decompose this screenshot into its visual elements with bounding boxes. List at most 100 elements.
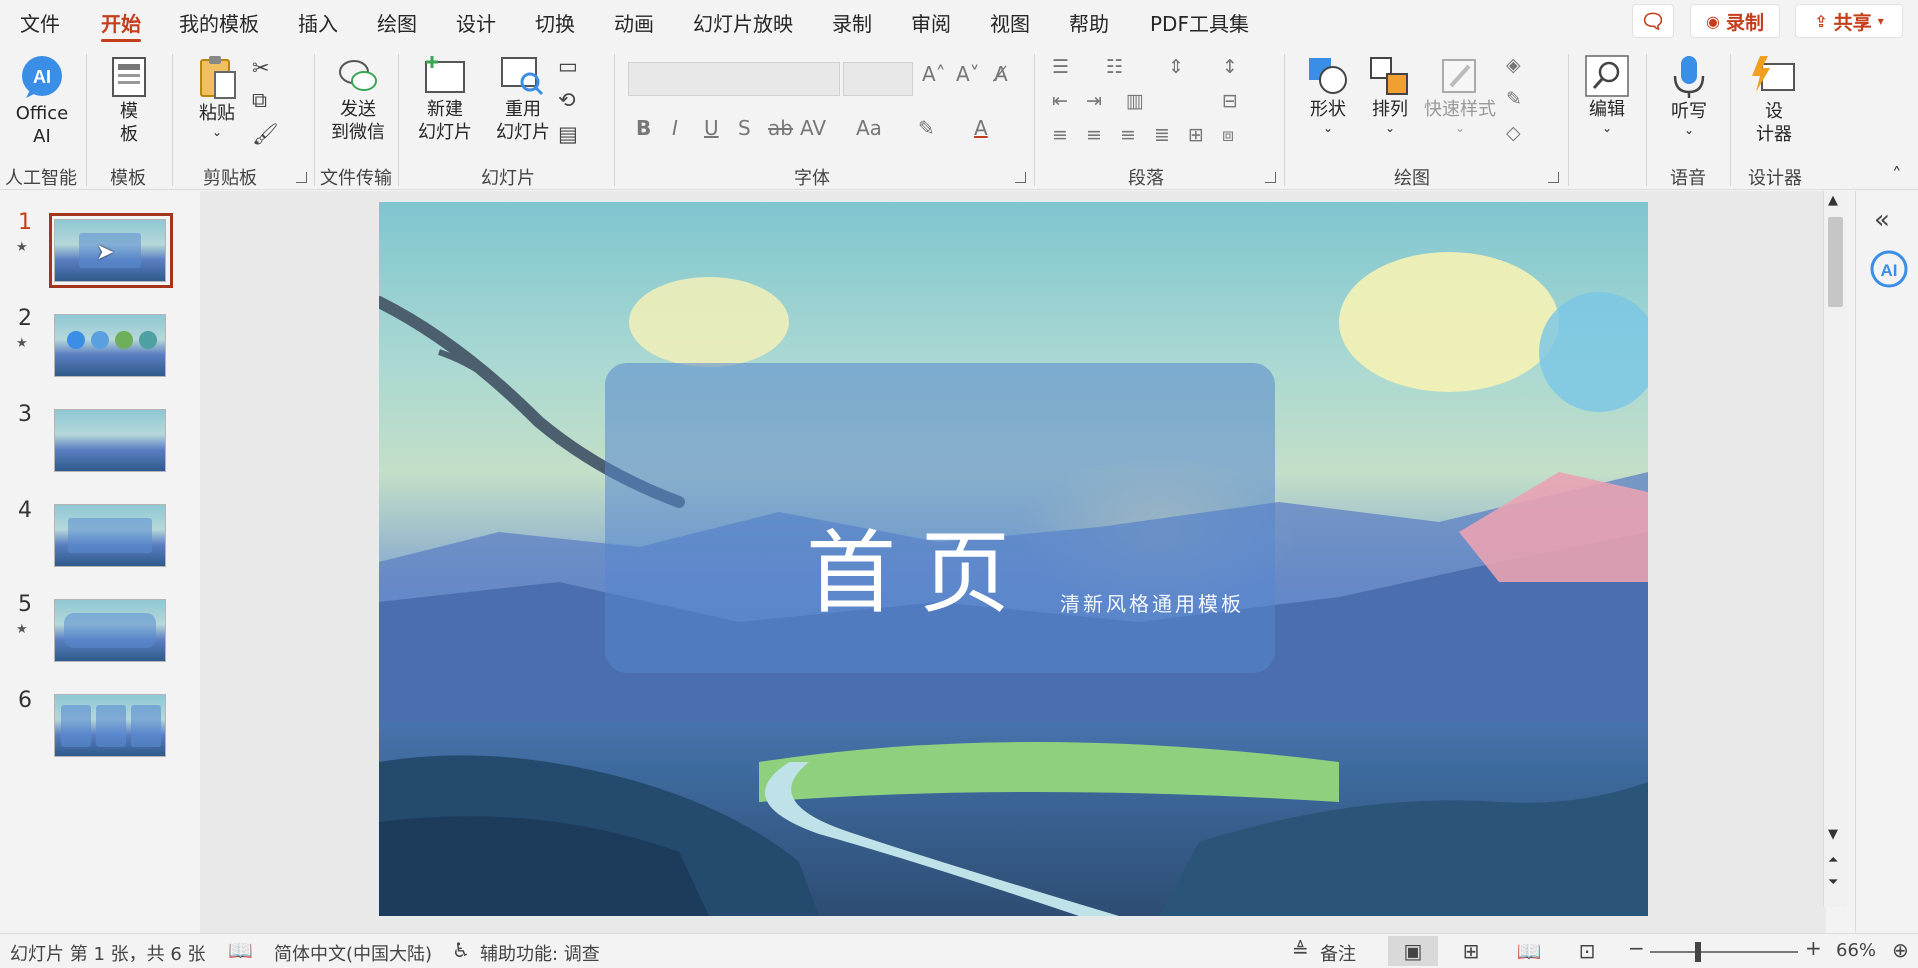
template-button[interactable]: 模 板 xyxy=(104,54,154,146)
menu-review[interactable]: 审阅 xyxy=(911,8,951,37)
menu-slideshow[interactable]: 幻灯片放映 xyxy=(693,8,793,37)
menu-file[interactable]: 文件 xyxy=(20,8,60,37)
slide-thumbnail-3[interactable] xyxy=(54,409,166,472)
align-right-icon[interactable]: ≡ xyxy=(1120,124,1136,146)
fit-to-window-icon[interactable]: ⊕ xyxy=(1892,938,1909,962)
increase-indent-icon[interactable]: ⇥ xyxy=(1086,90,1102,112)
shape-fill-icon[interactable]: ◈ xyxy=(1506,54,1521,76)
zoom-slider[interactable] xyxy=(1650,951,1798,953)
highlight-icon[interactable]: ✎ xyxy=(918,116,935,140)
reading-view-button[interactable]: 📖 xyxy=(1504,936,1554,966)
collapse-panel-icon[interactable]: « xyxy=(1874,205,1890,235)
send-wechat-button[interactable]: 发送 到微信 xyxy=(330,54,386,144)
slide-thumbnail-5[interactable] xyxy=(54,599,166,662)
smartart-icon[interactable]: ⧈ xyxy=(1222,124,1234,146)
italic-button[interactable]: I xyxy=(672,116,678,140)
dictate-button[interactable]: 听写 ⌄ xyxy=(1662,54,1716,137)
line-spacing-icon[interactable]: ⇕ xyxy=(1168,56,1184,78)
quick-styles-button[interactable]: 快速样式 ⌄ xyxy=(1418,54,1502,135)
zoom-in-icon[interactable]: + xyxy=(1805,936,1822,960)
slide-title[interactable]: 首页 xyxy=(806,500,1034,630)
zoom-out-icon[interactable]: − xyxy=(1628,936,1645,960)
font-size-combo[interactable] xyxy=(843,62,913,96)
menu-transitions[interactable]: 切换 xyxy=(535,8,575,37)
designer-button[interactable]: 设 计器 xyxy=(1746,54,1802,146)
shape-outline-icon[interactable]: ✎ xyxy=(1506,88,1522,110)
font-launcher-icon[interactable] xyxy=(1015,172,1026,183)
accessibility-status[interactable]: 辅助功能: 调查 xyxy=(480,940,600,966)
columns-icon[interactable]: ▥ xyxy=(1126,90,1144,112)
menu-insert[interactable]: 插入 xyxy=(298,8,338,37)
scroll-thumb[interactable] xyxy=(1828,217,1843,307)
menu-view[interactable]: 视图 xyxy=(990,8,1030,37)
notes-button[interactable]: 备注 xyxy=(1320,940,1356,966)
menu-pdf-tools[interactable]: PDF工具集 xyxy=(1150,8,1249,37)
menu-home[interactable]: 开始 xyxy=(101,8,141,37)
drawing-launcher-icon[interactable] xyxy=(1548,172,1559,183)
next-slide-icon[interactable]: ⏷ xyxy=(1828,875,1838,890)
previous-slide-icon[interactable]: ⏶ xyxy=(1828,853,1838,868)
menu-design[interactable]: 设计 xyxy=(456,8,496,37)
notes-icon[interactable]: ≜ xyxy=(1292,938,1309,962)
record-button[interactable]: ◉ 录制 xyxy=(1690,4,1780,38)
collapse-ribbon-icon[interactable]: ˄ xyxy=(1892,164,1902,186)
normal-view-button[interactable]: ▣ xyxy=(1388,936,1438,966)
distribute-icon[interactable]: ⊞ xyxy=(1188,124,1204,146)
arrange-button[interactable]: 排列 ⌄ xyxy=(1362,54,1418,135)
zoom-slider-thumb[interactable] xyxy=(1695,942,1701,962)
spellcheck-icon[interactable]: 📖 xyxy=(228,938,253,962)
ai-assistant-icon[interactable]: AI xyxy=(1868,249,1910,291)
align-left-icon[interactable]: ≡ xyxy=(1052,124,1068,146)
menu-record[interactable]: 录制 xyxy=(832,8,872,37)
layout-icon[interactable]: ▭ xyxy=(558,54,578,78)
menu-animations[interactable]: 动画 xyxy=(614,8,654,37)
reset-icon[interactable]: ⟲ xyxy=(558,88,576,112)
underline-button[interactable]: U xyxy=(704,116,719,140)
format-painter-icon[interactable]: 🖌 xyxy=(252,122,279,147)
accessibility-icon[interactable]: ♿ xyxy=(452,938,470,962)
menu-my-templates[interactable]: 我的模板 xyxy=(179,8,259,37)
align-center-icon[interactable]: ≡ xyxy=(1086,124,1102,146)
slide-thumbnail-6[interactable] xyxy=(54,694,166,757)
share-button[interactable]: ⇪ 共享 ▾ xyxy=(1795,4,1903,38)
section-icon[interactable]: ▤ xyxy=(558,122,578,146)
text-direction-icon[interactable]: ↕ xyxy=(1222,56,1238,78)
shapes-button[interactable]: 形状 ⌄ xyxy=(1300,54,1356,135)
align-text-icon[interactable]: ⊟ xyxy=(1222,90,1238,112)
font-color-button[interactable]: A xyxy=(974,116,988,140)
copy-icon[interactable]: ⧉ xyxy=(252,88,267,113)
paste-button[interactable]: 粘贴 ⌄ xyxy=(192,54,242,139)
slide-thumbnail-2[interactable] xyxy=(54,314,166,377)
zoom-level[interactable]: 66% xyxy=(1836,940,1876,961)
menu-help[interactable]: 帮助 xyxy=(1069,8,1109,37)
bullets-icon[interactable]: ☰ xyxy=(1052,56,1069,78)
scroll-down-icon[interactable]: ▼ xyxy=(1828,827,1838,842)
shrink-font-icon[interactable]: A˅ xyxy=(956,62,980,86)
cut-icon[interactable]: ✂ xyxy=(252,56,270,80)
slide-thumbnail-4[interactable] xyxy=(54,504,166,567)
grow-font-icon[interactable]: A˄ xyxy=(922,62,946,86)
shadow-button[interactable]: S xyxy=(738,116,751,140)
slide-subtitle[interactable]: 清新风格通用模板 xyxy=(1060,588,1244,617)
strikethrough-button[interactable]: ab xyxy=(768,116,793,140)
clear-format-icon[interactable]: A̸ xyxy=(994,62,1008,86)
justify-icon[interactable]: ≣ xyxy=(1154,124,1170,146)
slideshow-button[interactable]: ⊡ xyxy=(1562,936,1612,966)
change-case-button[interactable]: Aa xyxy=(856,116,882,140)
scroll-up-icon[interactable]: ▲ xyxy=(1828,193,1838,208)
edit-button[interactable]: 编辑 ⌄ xyxy=(1580,54,1634,135)
office-ai-button[interactable]: AI Office AI xyxy=(12,54,72,148)
vertical-scrollbar[interactable]: ▲ ▼ ⏶ ⏷ xyxy=(1823,191,1847,907)
new-slide-button[interactable]: 新建 幻灯片 xyxy=(412,54,478,144)
slide-sorter-button[interactable]: ⊞ xyxy=(1446,936,1496,966)
language-indicator[interactable]: 简体中文(中国大陆) xyxy=(274,940,432,966)
numbering-icon[interactable]: ☷ xyxy=(1106,56,1123,78)
comments-button[interactable]: 🗨 xyxy=(1632,4,1674,38)
shape-effects-icon[interactable]: ◇ xyxy=(1506,122,1521,144)
decrease-indent-icon[interactable]: ⇤ xyxy=(1052,90,1068,112)
clipboard-launcher-icon[interactable] xyxy=(296,172,307,183)
bold-button[interactable]: B xyxy=(636,116,651,140)
char-spacing-button[interactable]: AV xyxy=(800,116,826,140)
menu-draw[interactable]: 绘图 xyxy=(377,8,417,37)
reuse-slide-button[interactable]: 重用 幻灯片 xyxy=(490,54,556,144)
